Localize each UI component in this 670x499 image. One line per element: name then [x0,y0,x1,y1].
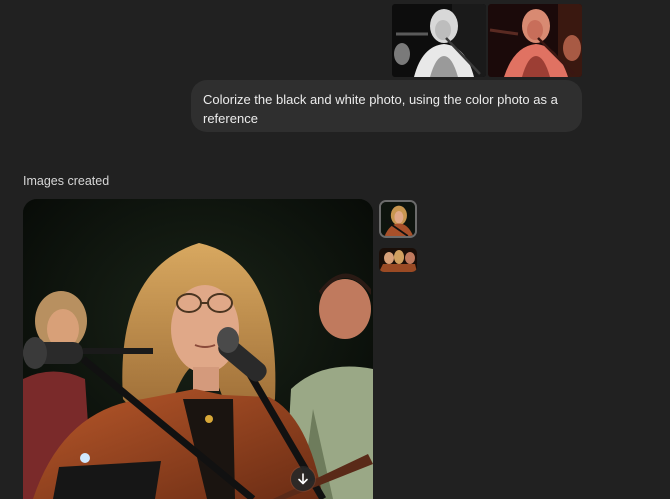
images-created-label: Images created [23,174,110,188]
user-message-bubble: Colorize the black and white photo, usin… [191,80,582,132]
attachment-color-photo[interactable] [488,4,582,77]
download-button[interactable] [291,467,315,491]
chat-page: Colorize the black and white photo, usin… [0,0,670,499]
user-message-text: Colorize the black and white photo, usin… [203,92,558,126]
arrow-down-icon [298,473,308,485]
generated-image[interactable] [23,199,373,499]
thumbnail-image-1[interactable] [379,200,417,238]
attachment-bw-photo[interactable] [392,4,486,77]
image-thumbnail-strip [379,200,417,282]
thumbnail-image-2[interactable] [379,248,417,272]
user-attachments [392,4,582,77]
